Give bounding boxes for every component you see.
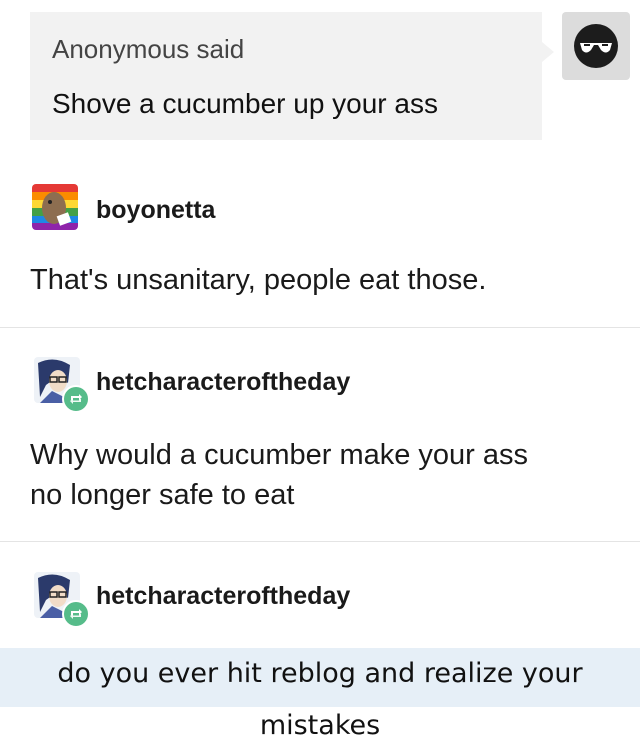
sunglasses-icon (574, 24, 618, 68)
asker-label: Anonymous said (52, 34, 245, 64)
ask-bubble: Anonymous said Shove a cucumber up your … (30, 12, 554, 140)
reblog-icon (62, 385, 90, 413)
post-text-line: That's unsanitary, people eat those. (30, 264, 487, 296)
post-text-line: no longer safe to eat (30, 479, 295, 511)
avatar[interactable] (32, 184, 78, 230)
post-divider (0, 541, 640, 542)
post-username[interactable]: hetcharacteroftheday (96, 368, 350, 397)
meme-caption: do you ever hit reblog and realize your … (0, 648, 640, 741)
reblog-icon (62, 600, 90, 628)
post-username[interactable]: hetcharacteroftheday (96, 582, 350, 611)
post-username[interactable]: boyonetta (96, 196, 215, 225)
post-text-line: Why would a cucumber make your ass (30, 439, 529, 471)
anonymous-avatar (562, 12, 630, 80)
rainbow-avatar-image (32, 184, 78, 230)
post-divider (0, 327, 640, 328)
ask-question: Shove a cucumber up your ass (52, 88, 438, 119)
